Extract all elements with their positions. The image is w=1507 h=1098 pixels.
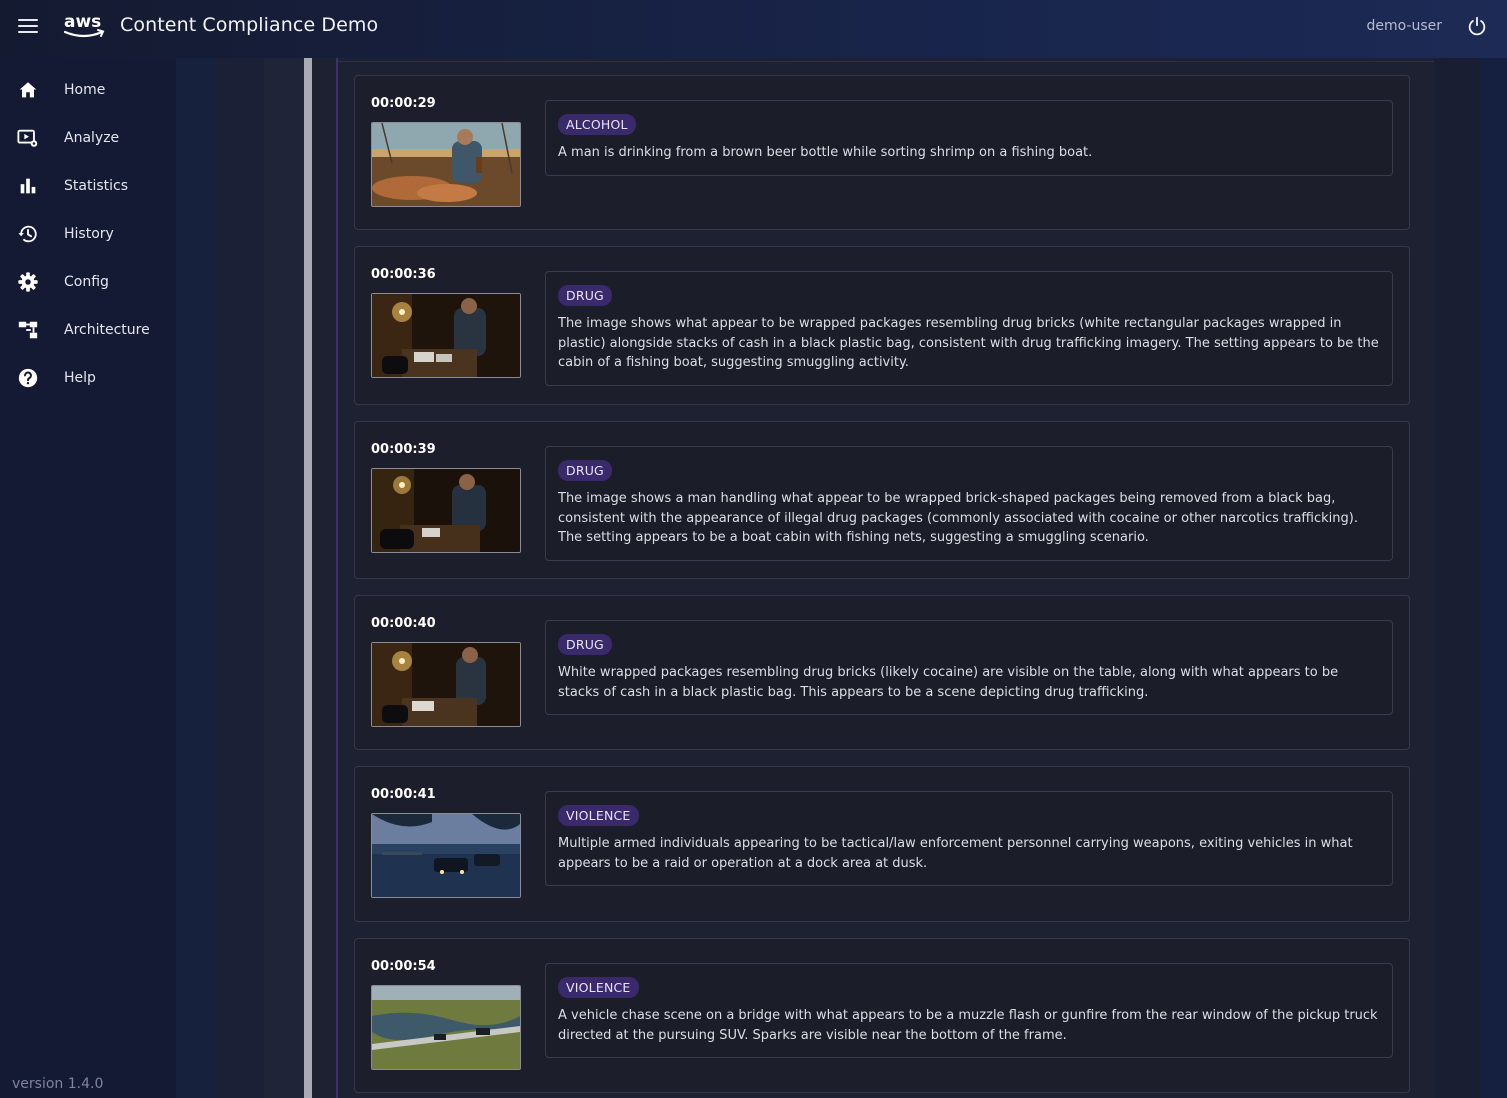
category-badge: VIOLENCE (558, 805, 639, 826)
sidebar-item-label: Architecture (64, 322, 150, 338)
finding-description: A vehicle chase scene on a bridge with w… (558, 1008, 1378, 1043)
finding-detail: VIOLENCE A vehicle chase scene on a brid… (545, 963, 1393, 1059)
sidebar-item-label: Help (64, 370, 96, 386)
finding-detail: DRUG White wrapped packages resembling d… (545, 620, 1393, 716)
sidebar: Home Analyze Statistics History Config A… (0, 58, 176, 1098)
finding-card: 00:00:54 VIOLENCE A vehicle chase scene … (354, 938, 1410, 1093)
history-icon (18, 225, 37, 243)
app-title: Content Compliance Demo (120, 14, 379, 36)
frame-timestamp: 00:00:36 (371, 267, 436, 282)
frame-timestamp: 00:00:29 (371, 96, 436, 111)
background-stripe (176, 58, 216, 1098)
category-badge: DRUG (558, 634, 612, 655)
sidebar-item-label: Analyze (64, 130, 120, 146)
svg-text:aws: aws (64, 12, 101, 32)
category-badge: ALCOHOL (558, 114, 636, 135)
frame-thumbnail[interactable] (371, 293, 521, 378)
frame-timestamp: 00:00:40 (371, 616, 436, 631)
finding-detail: DRUG The image shows what appear to be w… (545, 271, 1393, 387)
sidebar-item-label: Config (64, 274, 109, 290)
background-stripe (1480, 58, 1507, 1098)
frame-timestamp: 00:00:54 (371, 959, 436, 974)
finding-detail: DRUG The image shows a man handling what… (545, 446, 1393, 562)
sidebar-item-analyze[interactable]: Analyze (0, 116, 176, 160)
finding-card: 00:00:39 DRUG The image shows a man hand… (354, 421, 1410, 579)
sidebar-item-architecture[interactable]: Architecture (0, 308, 176, 352)
finding-description: Multiple armed individuals appearing to … (558, 836, 1353, 871)
sidebar-item-label: Home (64, 82, 106, 98)
bar-chart-icon (20, 178, 36, 194)
sidebar-item-help[interactable]: Help (0, 356, 176, 400)
frame-thumbnail[interactable] (371, 985, 521, 1070)
category-badge: DRUG (558, 460, 612, 481)
analyze-video-icon (17, 129, 38, 147)
user-name[interactable]: demo-user (1366, 18, 1442, 34)
aws-logo[interactable]: aws (62, 10, 108, 42)
background-stripe (264, 58, 304, 1098)
sidebar-item-home[interactable]: Home (0, 68, 176, 112)
app-version: version 1.4.0 (12, 1076, 104, 1092)
finding-description: White wrapped packages resembling drug b… (558, 665, 1339, 700)
sidebar-item-config[interactable]: Config (0, 260, 176, 304)
power-icon[interactable] (1466, 15, 1488, 37)
finding-detail: VIOLENCE Multiple armed individuals appe… (545, 791, 1393, 887)
frame-thumbnail[interactable] (371, 642, 521, 727)
sidebar-item-statistics[interactable]: Statistics (0, 164, 176, 208)
category-badge: VIOLENCE (558, 977, 639, 998)
background-stripe (216, 58, 264, 1098)
architecture-icon (18, 321, 38, 339)
finding-description: A man is drinking from a brown beer bott… (558, 145, 1093, 160)
category-badge: DRUG (558, 285, 612, 306)
scrollbar[interactable] (304, 58, 312, 1098)
frame-timestamp: 00:00:41 (371, 787, 436, 802)
sidebar-item-label: History (64, 226, 114, 242)
finding-description: The image shows what appear to be wrappe… (558, 316, 1379, 371)
finding-card: 00:00:41 VIOLENCE Multiple armed individ… (354, 766, 1410, 922)
home-icon (19, 82, 37, 98)
timeline-accent-line (336, 58, 338, 1098)
top-app-bar: aws Content Compliance Demo demo-user (0, 0, 1507, 58)
finding-card: 00:00:29 ALCOHOL A man is drinking from … (354, 75, 1410, 230)
finding-detail: ALCOHOL A man is drinking from a brown b… (545, 100, 1393, 176)
frame-thumbnail[interactable] (371, 813, 521, 898)
gear-icon (18, 272, 38, 292)
frame-timestamp: 00:00:39 (371, 442, 436, 457)
sidebar-item-history[interactable]: History (0, 212, 176, 256)
sidebar-item-label: Statistics (64, 178, 128, 194)
finding-card: 00:00:36 DRUG The image shows what appea… (354, 246, 1410, 405)
background-stripe (1434, 58, 1480, 1098)
hamburger-icon[interactable] (18, 19, 38, 35)
panel-divider (338, 58, 1434, 62)
frame-thumbnail[interactable] (371, 122, 521, 207)
help-icon (18, 368, 38, 388)
finding-description: The image shows a man handling what appe… (558, 491, 1358, 546)
frame-thumbnail[interactable] (371, 468, 521, 553)
finding-card: 00:00:40 DRUG White wrapped packages res… (354, 595, 1410, 750)
